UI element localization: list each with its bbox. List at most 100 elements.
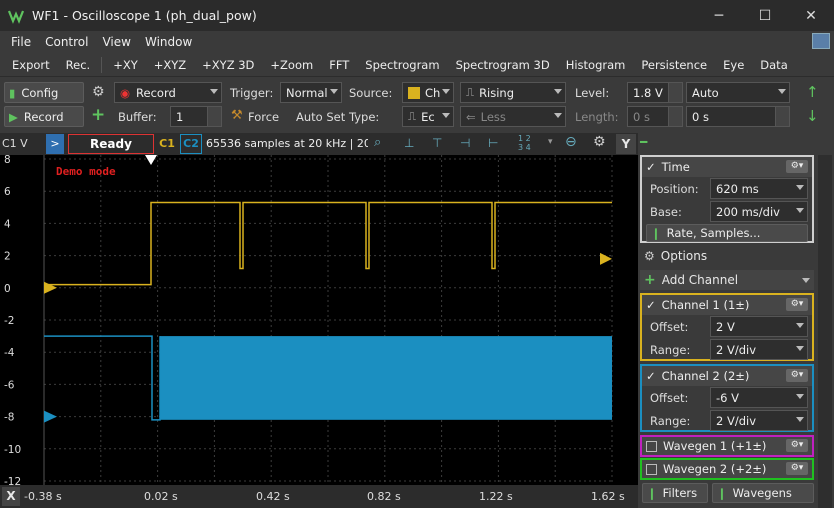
waveform-canvas[interactable]: 8 6 4 2 0 -2 -4 -6 -8 -10 -12: [0, 154, 638, 488]
toolbar-eye[interactable]: Eye: [715, 58, 752, 72]
length-field[interactable]: 0 s: [627, 106, 683, 127]
wavegen1-gear-icon[interactable]: ⚙▾: [786, 439, 808, 452]
zoom-icon[interactable]: ⌕: [374, 135, 381, 150]
menu-control[interactable]: Control: [38, 35, 95, 49]
check-icon: ✓: [646, 298, 656, 312]
position-field[interactable]: 620 ms: [710, 178, 808, 199]
add-icon[interactable]: +: [91, 105, 105, 125]
channel1-gear-icon[interactable]: ⚙▾: [786, 298, 808, 311]
channel2-range-field[interactable]: 2 V/div: [710, 410, 808, 431]
add-channel-label: Add Channel: [661, 273, 739, 287]
channel2-offset-field[interactable]: -6 V: [710, 387, 808, 408]
channel2-gear-icon[interactable]: ⚙▾: [786, 369, 808, 382]
rate-samples-button[interactable]: ❙ Rate, Samples...: [646, 224, 808, 242]
collapse-panel-icon[interactable]: ━: [640, 135, 654, 153]
condition-dropdown[interactable]: ⇐ Less: [460, 106, 566, 127]
x-axis-button[interactable]: X: [2, 487, 20, 506]
panel-scrollbar[interactable]: [818, 155, 832, 508]
toolbar-xyz[interactable]: +XYZ: [146, 58, 194, 72]
toolbar-zoom[interactable]: +Zoom: [262, 58, 321, 72]
source-dropdown[interactable]: Ch: [402, 82, 454, 103]
wavegen1-checkbox[interactable]: [646, 440, 657, 452]
length-value: 0 s: [633, 109, 650, 124]
record-mode-dropdown[interactable]: ◉ Record: [114, 82, 222, 103]
level-mode-dropdown[interactable]: Auto: [686, 82, 790, 103]
oscilloscope-plot[interactable]: 8 6 4 2 0 -2 -4 -6 -8 -10 -12 Demo mode: [0, 154, 638, 488]
edge-dropdown[interactable]: ⎍ Rising: [460, 82, 566, 103]
settings-gear-icon[interactable]: ⚙: [92, 84, 105, 100]
measure-v-icon[interactable]: ⊣: [460, 136, 470, 150]
app-logo-icon: [8, 10, 24, 24]
cursor-icon[interactable]: ⊥: [404, 136, 414, 150]
type-dropdown[interactable]: ⎍ Ec: [402, 106, 454, 127]
wavegen1-header[interactable]: Wavegen 1 (+1±) ⚙▾: [642, 437, 812, 455]
title-bar: WF1 - Oscilloscope 1 (ph_dual_pow) ─ ☐ ✕: [0, 0, 834, 31]
demo-mode-label: Demo mode: [56, 165, 116, 178]
filters-button[interactable]: ❙ Filters: [642, 483, 708, 503]
y-axis-button[interactable]: Y: [616, 134, 636, 154]
wavegens-button[interactable]: ❙ Wavegens: [712, 483, 814, 503]
time-group-header[interactable]: ✓ Time ⚙▾: [642, 157, 812, 177]
level-field[interactable]: 1.8 V: [627, 82, 683, 103]
trigger-position-marker-icon: [145, 155, 157, 165]
config-label: Config: [21, 85, 59, 100]
toolbar-xyz3d[interactable]: +XYZ 3D: [194, 58, 262, 72]
toolbar-spectrogram3d[interactable]: Spectrogram 3D: [448, 58, 558, 72]
channel1-toggle[interactable]: C1: [157, 134, 177, 154]
y-tick-label: -6: [4, 379, 15, 391]
expand-icon[interactable]: >: [46, 134, 64, 154]
channel1-header[interactable]: ✓ Channel 1 (1±) ⚙▾: [642, 295, 812, 315]
add-channel-button[interactable]: + Add Channel: [640, 270, 814, 290]
trigger-label: Trigger:: [230, 86, 274, 100]
wavegen1-title: Wavegen 1 (+1±): [663, 439, 767, 453]
options-row[interactable]: ⚙ Options: [640, 246, 814, 266]
edge-type-icon: ⎍: [408, 109, 417, 123]
autoset-button[interactable]: Auto Set: [296, 110, 345, 124]
chevron-down-icon[interactable]: ▾: [548, 137, 553, 147]
wavegen2-group: Wavegen 2 (+2±) ⚙▾: [640, 458, 814, 480]
channel1-offset-field[interactable]: 2 V: [710, 316, 808, 337]
toolbar-data[interactable]: Data: [752, 58, 795, 72]
channel2-title: Channel 2 (2±): [661, 369, 750, 383]
scope-header: C1 V > Ready C1 C2 65536 samples at 20 k…: [0, 133, 638, 155]
scope-settings-gear-icon[interactable]: ⚙: [593, 134, 606, 150]
maximize-button[interactable]: ☐: [742, 0, 788, 31]
options-label: Options: [660, 249, 708, 263]
base-field[interactable]: 200 ms/div: [710, 201, 808, 222]
cursor-v-icon[interactable]: ⊢: [488, 136, 498, 150]
trigger-mode-dropdown[interactable]: Normal: [280, 82, 342, 103]
toolbar-persistence[interactable]: Persistence: [633, 58, 715, 72]
wavegen2-gear-icon[interactable]: ⚙▾: [786, 462, 808, 475]
toolbar-rec[interactable]: Rec.: [58, 58, 99, 72]
wavegen2-checkbox[interactable]: [646, 463, 657, 475]
minimize-button[interactable]: ─: [696, 0, 742, 31]
zoom-out-icon[interactable]: ⊖: [565, 134, 577, 150]
time-gear-icon[interactable]: ⚙▾: [786, 160, 808, 173]
close-button[interactable]: ✕: [788, 0, 834, 31]
menu-file[interactable]: File: [4, 35, 38, 49]
force-button[interactable]: Force: [248, 110, 279, 124]
holdoff-field[interactable]: 0 s: [686, 106, 790, 127]
config-button[interactable]: ▮ Config: [4, 82, 84, 103]
toolbar-export[interactable]: Export: [4, 58, 58, 72]
buffer-field[interactable]: 1: [170, 106, 222, 127]
menu-window[interactable]: Window: [138, 35, 199, 49]
arrow-down-icon[interactable]: ↓: [806, 107, 819, 125]
menu-view[interactable]: View: [95, 35, 137, 49]
channel2-header[interactable]: ✓ Channel 2 (2±) ⚙▾: [642, 366, 812, 386]
layout-icon[interactable]: 1 23 4: [518, 134, 531, 152]
toolbar-xy[interactable]: +XY: [105, 58, 146, 72]
holdoff-value: 0 s: [692, 109, 709, 124]
wavegen2-header[interactable]: Wavegen 2 (+2±) ⚙▾: [642, 460, 812, 478]
arrow-up-icon[interactable]: ↑: [806, 83, 819, 101]
channel1-range-field[interactable]: 2 V/div: [710, 339, 808, 360]
record-button[interactable]: ▶ Record: [4, 106, 84, 127]
time-group: ✓ Time ⚙▾ Position: 620 ms Base: 200 ms/…: [640, 155, 814, 243]
restore-window-icon[interactable]: [812, 33, 830, 49]
toolbar-fft[interactable]: FFT: [321, 58, 357, 72]
x-tick-label: 0.82 s: [367, 490, 401, 503]
channel2-toggle[interactable]: C2: [180, 134, 202, 154]
measure-h-icon[interactable]: ⊤: [432, 136, 442, 150]
toolbar-histogram[interactable]: Histogram: [558, 58, 634, 72]
toolbar-spectrogram[interactable]: Spectrogram: [357, 58, 447, 72]
